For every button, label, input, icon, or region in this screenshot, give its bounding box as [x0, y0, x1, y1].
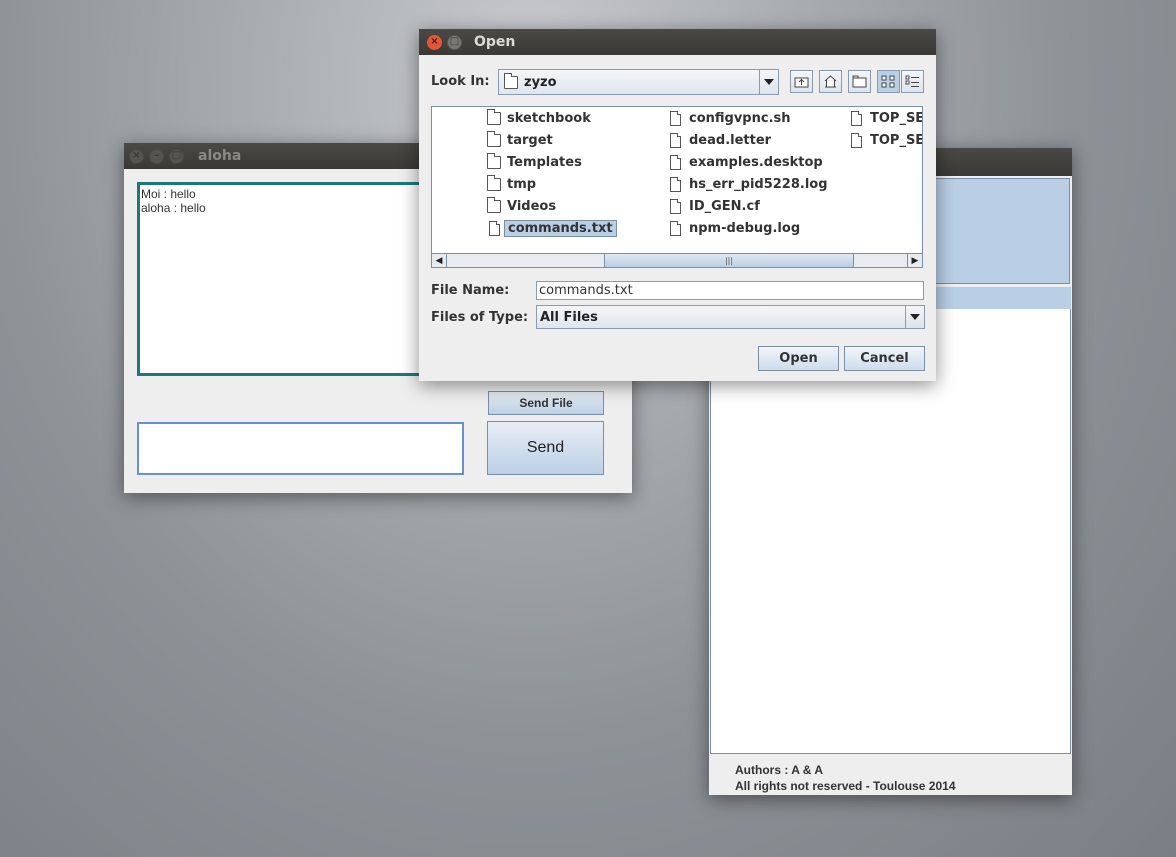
close-icon[interactable]: ×: [129, 148, 144, 164]
list-item[interactable]: hs_err_pid5228.log: [670, 174, 828, 194]
files-of-type-value: All Files: [540, 309, 598, 325]
file-icon: [489, 220, 500, 236]
file-icon: [851, 110, 862, 126]
scrollbar-thumb[interactable]: |||: [604, 254, 854, 267]
list-item[interactable]: TOP_SE(: [851, 108, 922, 128]
folder-icon: [504, 72, 518, 89]
file-icon: [670, 132, 681, 148]
details-view-icon: [905, 75, 919, 87]
folder-icon: [487, 152, 501, 169]
folder-icon: [487, 108, 501, 125]
list-item[interactable]: npm-debug.log: [670, 218, 800, 238]
message-input[interactable]: [137, 422, 464, 475]
list-view-icon: [881, 75, 895, 88]
open-button[interactable]: Open: [758, 346, 839, 371]
scroll-right-icon[interactable]: ▶: [907, 254, 922, 267]
chat-line: aloha : hello: [141, 201, 206, 215]
folder-icon: [487, 174, 501, 191]
list-view-button[interactable]: [877, 70, 900, 93]
footer: Authors : A & A All rights not reserved …: [735, 762, 956, 794]
files-of-type-combo[interactable]: All Files: [536, 305, 925, 329]
list-item[interactable]: Videos: [487, 196, 556, 216]
list-item[interactable]: ID_GEN.cf: [670, 196, 760, 216]
list-item[interactable]: Templates: [487, 152, 582, 172]
file-icon: [670, 220, 681, 236]
list-item[interactable]: sketchbook: [487, 108, 591, 128]
file-list-pane[interactable]: sketchbook target Templates tmp Videos c…: [431, 106, 923, 268]
home-button[interactable]: [819, 70, 842, 93]
footer-rights: All rights not reserved - Toulouse 2014: [735, 779, 956, 793]
list-item[interactable]: dead.letter: [670, 130, 771, 150]
details-view-button[interactable]: [901, 70, 924, 93]
file-icon: [670, 176, 681, 192]
file-name-input[interactable]: commands.txt: [536, 281, 924, 300]
file-icon: [670, 198, 681, 214]
minimize-icon[interactable]: □: [447, 34, 462, 50]
new-folder-icon: [852, 75, 867, 88]
list-item[interactable]: configvpnc.sh: [670, 108, 791, 128]
minimize-icon[interactable]: –: [149, 148, 164, 164]
window-title: aloha: [198, 148, 242, 164]
list-item[interactable]: examples.desktop: [670, 152, 823, 172]
cancel-button[interactable]: Cancel: [844, 346, 925, 371]
dialog-title: Open: [474, 34, 516, 50]
maximize-icon[interactable]: □: [169, 148, 184, 164]
footer-authors: Authors : A & A: [735, 763, 823, 777]
send-file-button[interactable]: Send File: [488, 391, 604, 415]
look-in-label: Look In:: [431, 74, 490, 89]
up-folder-button[interactable]: [790, 70, 813, 93]
list-item[interactable]: target: [487, 130, 553, 150]
file-icon: [670, 154, 681, 170]
look-in-value: zyzo: [524, 74, 557, 90]
new-folder-button[interactable]: [848, 70, 871, 93]
chat-line: Moi : hello: [141, 187, 196, 201]
home-icon: [824, 75, 837, 88]
up-folder-icon: [794, 77, 809, 88]
list-item[interactable]: TOP_SE(: [851, 130, 922, 150]
file-name-label: File Name:: [431, 283, 510, 298]
scroll-left-icon[interactable]: ◀: [432, 254, 447, 267]
open-dialog: × □ Open Look In: zyzo sketchbook target…: [419, 29, 936, 381]
folder-icon: [487, 196, 501, 213]
folder-icon: [487, 130, 501, 147]
list-item[interactable]: tmp: [487, 174, 536, 194]
dialog-titlebar[interactable]: × □ Open: [419, 29, 936, 55]
horizontal-scrollbar[interactable]: ◀ ||| ▶: [432, 253, 922, 267]
selected-file-item[interactable]: commands.txt: [489, 218, 617, 238]
chevron-down-icon[interactable]: [759, 70, 778, 94]
file-icon: [851, 132, 862, 148]
chevron-down-icon[interactable]: [905, 306, 924, 328]
look-in-combo[interactable]: zyzo: [498, 69, 779, 95]
send-button[interactable]: Send: [487, 421, 604, 475]
files-of-type-label: Files of Type:: [431, 310, 529, 325]
file-icon: [670, 110, 681, 126]
chat-history[interactable]: Moi : hello aloha : hello: [137, 182, 427, 376]
close-icon[interactable]: ×: [427, 34, 442, 50]
